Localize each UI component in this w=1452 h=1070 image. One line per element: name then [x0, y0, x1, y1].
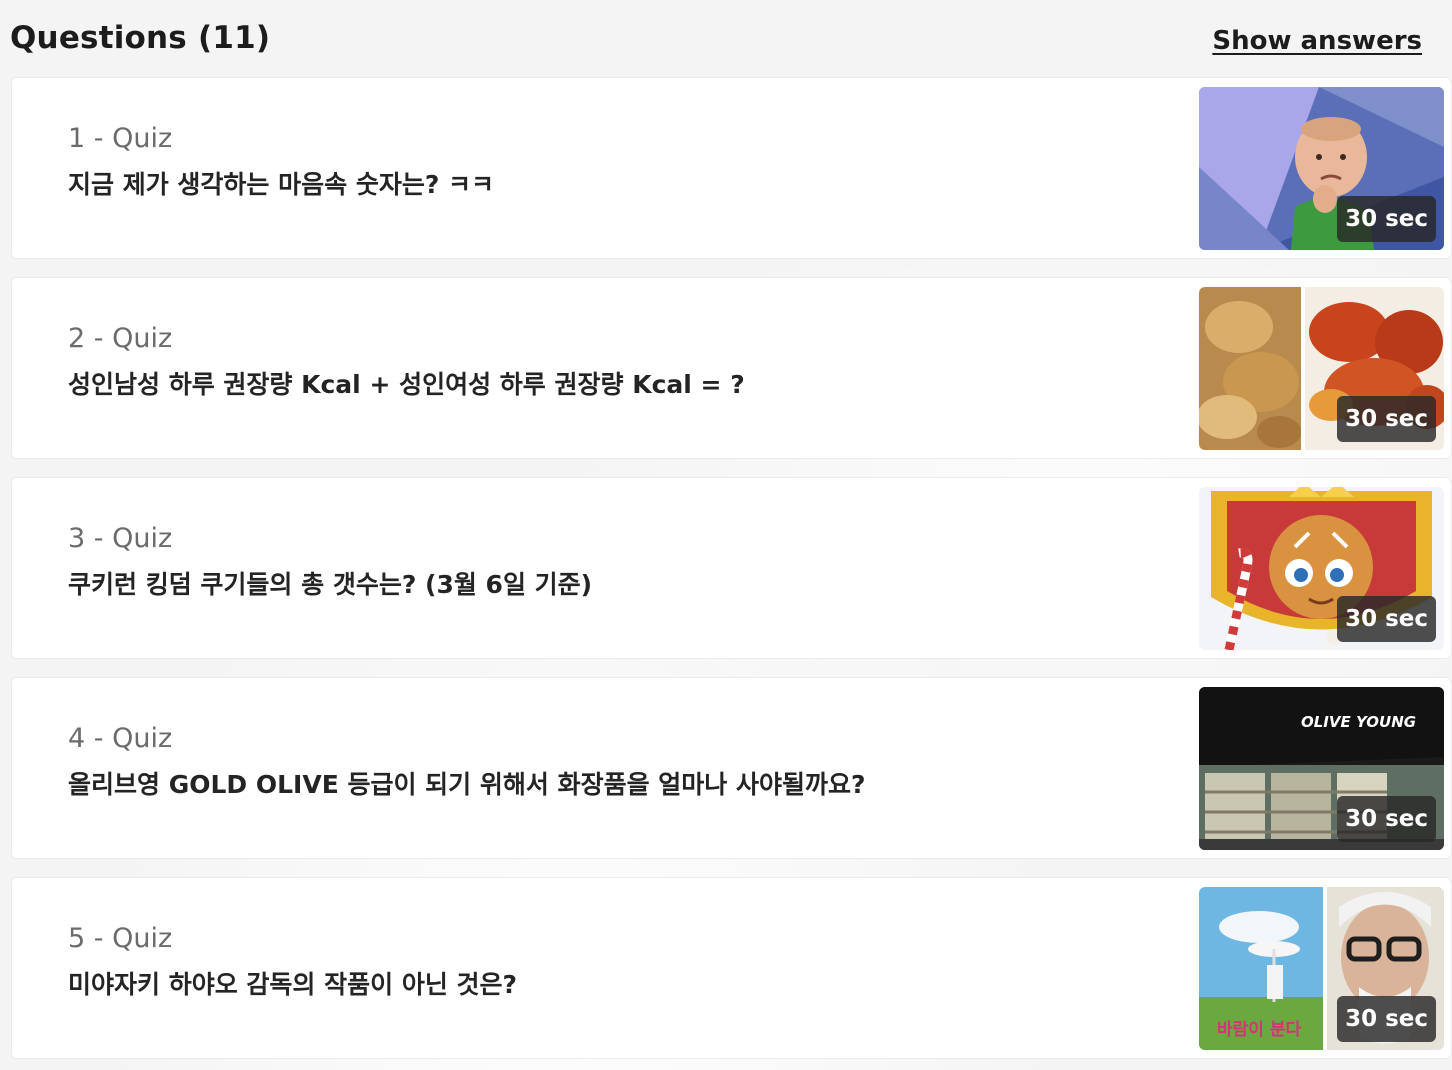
question-text: 미야자키 하야오 감독의 작품이 아닌 것은?: [68, 970, 518, 999]
quiz-questions-page: Questions (11) Show answers 1 - Quiz 지금 …: [0, 0, 1452, 1070]
question-text: 성인남성 하루 권장량 Kcal + 성인여성 하루 권장량 Kcal = ?: [68, 370, 745, 399]
question-card[interactable]: 4 - Quiz 올리브영 GOLD OLIVE 등급이 되기 위해서 화장품을…: [11, 677, 1452, 859]
question-number-label: 2 - Quiz: [68, 323, 173, 354]
question-text-block: 1 - Quiz 지금 제가 생각하는 마음속 숫자는? ㅋㅋ: [68, 122, 1171, 202]
question-text-block: 5 - Quiz 미야자키 하야오 감독의 작품이 아닌 것은?: [68, 922, 1171, 1002]
question-text-block: 3 - Quiz 쿠키런 킹덤 쿠기들의 총 갯수는? (3월 6일 기준): [68, 522, 1171, 602]
time-limit-badge: 30 sec: [1337, 196, 1436, 242]
olive-young-store-image: OLIVE YOUNG 30 sec: [1199, 687, 1444, 850]
question-text-block: 4 - Quiz 올리브영 GOLD OLIVE 등급이 되기 위해서 화장품을…: [68, 722, 1171, 802]
question-card[interactable]: 3 - Quiz 쿠키런 킹덤 쿠기들의 총 갯수는? (3월 6일 기준) 3…: [11, 477, 1452, 659]
show-answers-link[interactable]: Show answers: [1212, 26, 1422, 56]
question-card[interactable]: 5 - Quiz 미야자키 하야오 감독의 작품이 아닌 것은? 바람이 분다: [11, 877, 1452, 1059]
question-card[interactable]: 1 - Quiz 지금 제가 생각하는 마음속 숫자는? ㅋㅋ 30 sec: [11, 77, 1452, 259]
time-limit-badge: 30 sec: [1337, 596, 1436, 642]
question-number-label: 3 - Quiz: [68, 523, 173, 554]
question-list: 1 - Quiz 지금 제가 생각하는 마음속 숫자는? ㅋㅋ 30 sec 2…: [11, 77, 1452, 1070]
store-sign-text: OLIVE YOUNG: [1301, 713, 1416, 731]
questions-header: Questions (11) Show answers: [10, 14, 1422, 62]
time-limit-badge: 30 sec: [1337, 796, 1436, 842]
question-text: 올리브영 GOLD OLIVE 등급이 되기 위해서 화장품을 얼마나 사야될까…: [68, 770, 866, 799]
question-number-label: 5 - Quiz: [68, 923, 173, 954]
success-kid-meme-image: 30 sec: [1199, 87, 1444, 250]
question-text: 지금 제가 생각하는 마음속 숫자는? ㅋㅋ: [68, 170, 495, 199]
question-text: 쿠키런 킹덤 쿠기들의 총 갯수는? (3월 6일 기준): [68, 570, 593, 599]
question-number-label: 1 - Quiz: [68, 123, 173, 154]
question-number-label: 4 - Quiz: [68, 723, 173, 754]
questions-title: Questions (11): [10, 20, 271, 56]
question-card[interactable]: 2 - Quiz 성인남성 하루 권장량 Kcal + 성인여성 하루 권장량 …: [11, 277, 1452, 459]
cookie-run-kingdom-image: 30 sec: [1199, 487, 1444, 650]
poster-title-text: 바람이 분다: [1217, 1019, 1301, 1040]
question-text-block: 2 - Quiz 성인남성 하루 권장량 Kcal + 성인여성 하루 권장량 …: [68, 322, 1171, 402]
time-limit-badge: 30 sec: [1337, 996, 1436, 1042]
time-limit-badge: 30 sec: [1337, 396, 1436, 442]
fried-chicken-image: 30 sec: [1199, 287, 1444, 450]
miyazaki-poster-image: 바람이 분다 30 sec: [1199, 887, 1444, 1050]
